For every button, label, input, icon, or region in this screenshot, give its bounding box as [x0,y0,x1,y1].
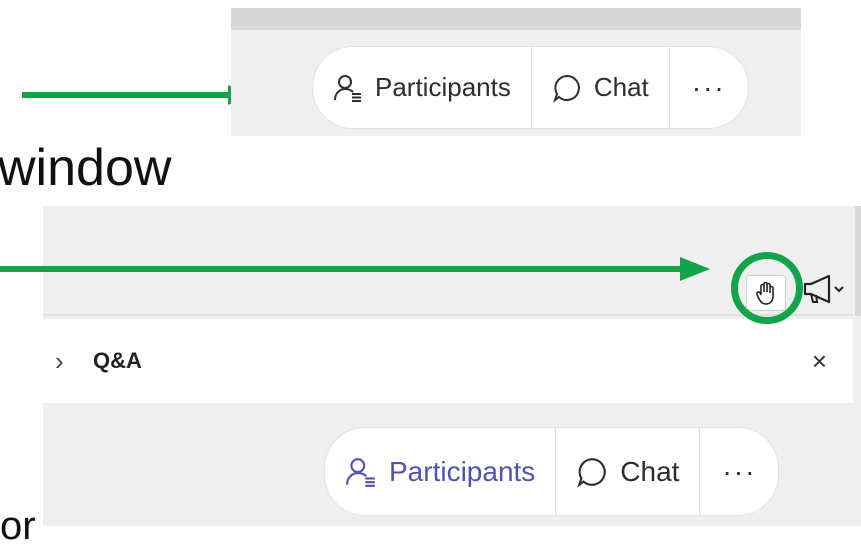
close-icon[interactable]: × [812,346,827,377]
more-options-button[interactable]: ··· [670,47,748,128]
caption-window-text: window [0,139,172,197]
annotation-arrow-middle [0,257,710,281]
chat-bubble-icon [552,73,582,103]
qa-section-title: Q&A [93,348,142,373]
chat-button[interactable]: Chat [532,47,669,128]
chat-label: Chat [620,455,680,487]
meeting-toolbar-top: Participants Chat ··· [313,47,748,128]
participants-button-active[interactable]: Participants [325,428,555,515]
participants-icon [345,456,377,488]
announce-button[interactable] [801,272,851,306]
annotation-arrow-top [22,85,253,105]
caption-bottom-text: or [0,504,36,548]
chat-bubble-icon [576,456,608,488]
participants-icon [333,73,363,103]
more-options-button[interactable]: ··· [700,428,778,515]
chat-label: Chat [593,72,649,102]
highlight-circle [731,252,803,324]
chat-button[interactable]: Chat [556,428,699,515]
meeting-toolbar-bottom: Participants Chat ··· [325,428,779,515]
megaphone-icon [803,274,844,304]
qa-section-header[interactable]: › Q&A × [43,319,853,403]
participants-label: Participants [389,455,536,487]
participants-label: Participants [375,72,511,102]
participants-button[interactable]: Participants [313,47,531,128]
chevron-right-icon[interactable]: › [55,346,81,377]
